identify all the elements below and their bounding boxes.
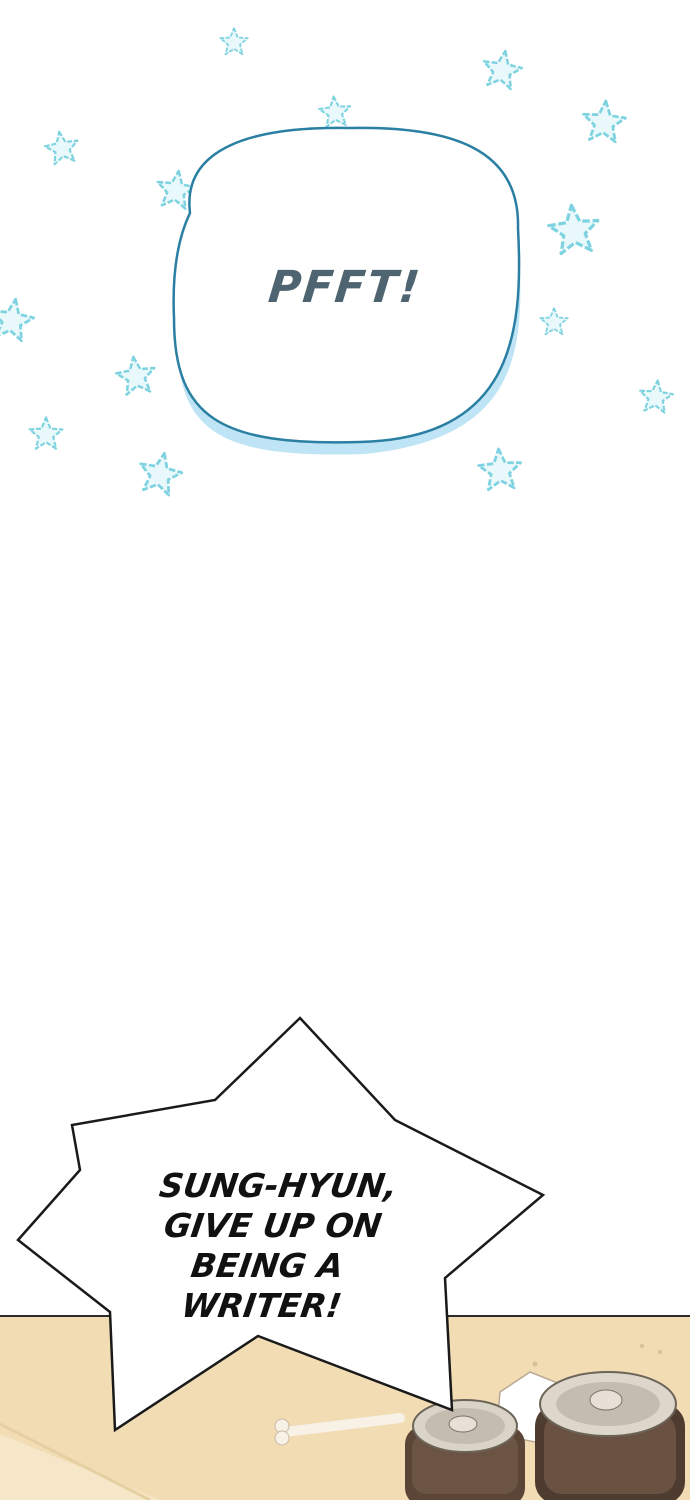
star-icon — [219, 27, 249, 57]
star-icon — [478, 46, 527, 95]
star-icon — [539, 307, 569, 337]
star-icon — [544, 200, 603, 259]
comic-page: PFFT! SUNG-HYUN, GIVE UP ON BEING A WRIT… — [0, 0, 690, 1500]
star-icon — [28, 416, 64, 452]
star-icon — [579, 97, 629, 147]
dialogue-line: SUNG-HYUN, — [157, 1166, 400, 1205]
dialogue-line: BEING A — [188, 1246, 346, 1285]
star-icon — [0, 293, 39, 346]
star-icon — [636, 377, 676, 417]
dialogue-line: WRITER! — [179, 1286, 345, 1325]
sfx-text: PFFT! — [266, 262, 424, 313]
dialogue-text: SUNG-HYUN, GIVE UP ON BEING A WRITER! — [119, 1166, 421, 1326]
dialogue-line: GIVE UP ON — [161, 1206, 385, 1245]
star-icon — [41, 127, 83, 169]
star-icon — [112, 352, 159, 399]
